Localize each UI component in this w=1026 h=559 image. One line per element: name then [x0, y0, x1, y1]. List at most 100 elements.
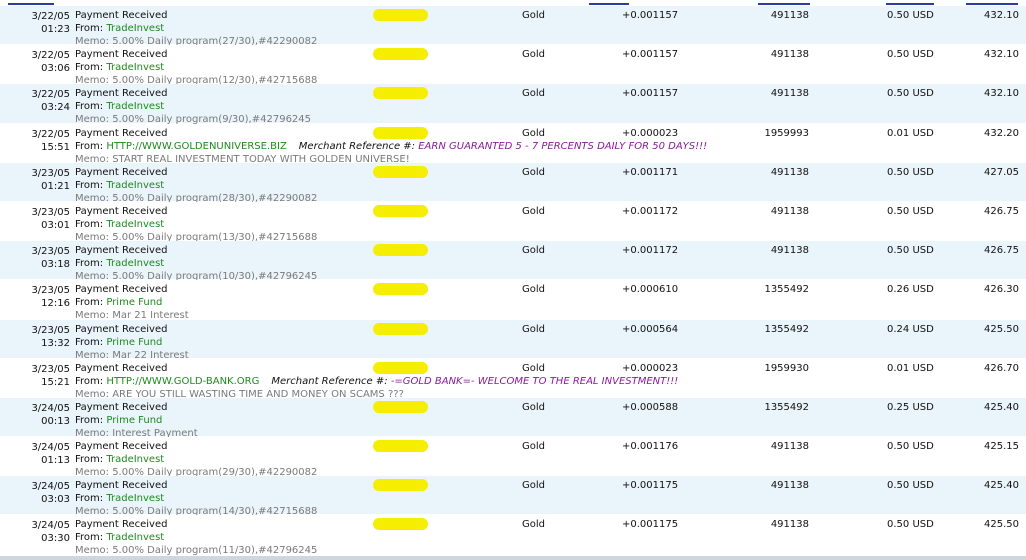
- transaction-account[interactable]: 1355492: [764, 401, 809, 414]
- from-name[interactable]: TradeInvest: [106, 180, 164, 191]
- transaction-balance: 432.10: [984, 88, 1019, 100]
- transaction-amount: +0.000610: [622, 284, 679, 296]
- from-name[interactable]: Prime Fund: [106, 337, 162, 348]
- transaction-description: Payment Received From: Prime Fund Memo: …: [75, 283, 189, 322]
- transaction-balance: 425.15: [984, 441, 1019, 453]
- transaction-date: 3/23/05 03:01: [0, 206, 70, 232]
- transaction-row[interactable]: 3/23/05 01:21 Payment Received From: Tra…: [0, 162, 1026, 204]
- transaction-account[interactable]: 1959930: [764, 362, 809, 375]
- transaction-row[interactable]: 3/23/05 12:16 Payment Received From: Pri…: [0, 280, 1026, 322]
- transaction-currency: Gold: [522, 519, 545, 531]
- from-label: From:: [75, 414, 104, 426]
- transaction-from: From: TradeInvest: [75, 61, 317, 74]
- from-name[interactable]: HTTP://WWW.GOLD-BANK.ORG: [106, 376, 259, 387]
- transaction-type: Payment Received: [75, 480, 168, 492]
- transaction-balance: 425.50: [984, 323, 1019, 335]
- transaction-from: From: Prime Fund: [75, 414, 198, 427]
- transaction-balance: 425.40: [984, 480, 1019, 492]
- transaction-row[interactable]: 3/23/05 03:01 Payment Received From: Tra…: [0, 201, 1026, 243]
- transaction-date: 3/22/05 03:24: [0, 88, 70, 114]
- transaction-fee: 0.50 USD: [887, 49, 934, 61]
- transaction-account[interactable]: 491138: [771, 205, 809, 218]
- transaction-description: Payment Received From: TradeInvest Memo:…: [75, 440, 317, 479]
- transaction-account[interactable]: 491138: [771, 9, 809, 22]
- transaction-row[interactable]: 3/24/05 03:30 Payment Received From: Tra…: [0, 515, 1026, 556]
- from-name[interactable]: Prime Fund: [106, 297, 162, 308]
- transaction-from: From: TradeInvest: [75, 453, 317, 466]
- transaction-from: From: HTTP://WWW.GOLD-BANK.ORG Merchant R…: [75, 375, 678, 388]
- transaction-row[interactable]: 3/23/05 03:18 Payment Received From: Tra…: [0, 241, 1026, 282]
- merchant-reference-text: EARN GUARANTED 5 - 7 PERCENTS DAILY FOR …: [418, 140, 708, 152]
- time-text: 15:51: [41, 141, 70, 153]
- from-name[interactable]: TradeInvest: [106, 101, 164, 112]
- transaction-row[interactable]: 3/22/05 01:23 Payment Received From: Tra…: [0, 6, 1026, 47]
- redaction-mark: [373, 479, 428, 492]
- date-text: 3/23/05: [31, 324, 70, 336]
- transaction-currency: Gold: [522, 49, 545, 61]
- transaction-account[interactable]: 491138: [771, 518, 809, 531]
- date-text: 3/22/05: [31, 128, 70, 140]
- time-text: 03:18: [41, 259, 70, 271]
- transaction-row[interactable]: 3/22/05 03:06 Payment Received From: Tra…: [0, 45, 1026, 86]
- transaction-row[interactable]: 3/23/05 15:21 Payment Received From: HTT…: [0, 358, 1026, 400]
- from-name[interactable]: Prime Fund: [106, 415, 162, 426]
- transaction-account[interactable]: 491138: [771, 166, 809, 179]
- merchant-reference: Merchant Reference #: -=GOLD BANK=- WELC…: [271, 376, 678, 387]
- transaction-row[interactable]: 3/23/05 13:32 Payment Received From: Pri…: [0, 319, 1026, 361]
- time-text: 03:30: [41, 533, 70, 545]
- transaction-row[interactable]: 3/24/05 03:03 Payment Received From: Tra…: [0, 476, 1026, 518]
- merchant-reference-label: Merchant Reference #:: [271, 375, 388, 387]
- transaction-from: From: Prime Fund: [75, 336, 189, 349]
- time-text: 01:13: [41, 455, 70, 467]
- from-name[interactable]: TradeInvest: [106, 454, 164, 465]
- date-text: 3/22/05: [31, 89, 70, 101]
- transaction-row[interactable]: 3/24/05 00:13 Payment Received From: Pri…: [0, 397, 1026, 440]
- from-name[interactable]: TradeInvest: [106, 532, 164, 543]
- transaction-account[interactable]: 491138: [771, 87, 809, 100]
- from-name[interactable]: TradeInvest: [106, 219, 164, 230]
- transaction-row[interactable]: 3/22/05 15:51 Payment Received From: HTT…: [0, 123, 1026, 165]
- from-name[interactable]: HTTP://WWW.GOLDENUNIVERSE.BIZ: [106, 141, 286, 152]
- transaction-date: 3/24/05 00:13: [0, 402, 70, 428]
- header-rule-currency: [589, 3, 629, 5]
- transaction-row[interactable]: 3/24/05 01:13 Payment Received From: Tra…: [0, 437, 1026, 479]
- transaction-account[interactable]: 1355492: [764, 323, 809, 336]
- date-text: 3/24/05: [31, 520, 70, 532]
- transaction-account[interactable]: 491138: [771, 440, 809, 453]
- transaction-description: Payment Received From: Prime Fund Memo: …: [75, 401, 198, 440]
- transaction-amount: +0.000023: [622, 362, 679, 374]
- transaction-fee: 0.50 USD: [887, 480, 934, 492]
- transaction-account[interactable]: 491138: [771, 48, 809, 61]
- transaction-balance: 426.30: [984, 284, 1019, 296]
- transaction-date: 3/23/05 03:18: [0, 245, 70, 271]
- transaction-account[interactable]: 491138: [771, 479, 809, 492]
- transaction-account[interactable]: 491138: [771, 244, 809, 257]
- redaction-mark: [373, 126, 428, 139]
- from-label: From:: [75, 62, 104, 74]
- transaction-amount: +0.001172: [622, 205, 679, 217]
- transaction-amount: +0.001157: [622, 49, 679, 61]
- transaction-date: 3/23/05 13:32: [0, 324, 70, 350]
- from-label: From:: [75, 258, 104, 270]
- transaction-fee: 0.25 USD: [887, 401, 934, 413]
- from-name[interactable]: TradeInvest: [106, 258, 164, 269]
- date-text: 3/24/05: [31, 481, 70, 493]
- date-text: 3/23/05: [31, 246, 70, 258]
- from-name[interactable]: TradeInvest: [106, 23, 164, 34]
- transaction-balance: 426.75: [984, 205, 1019, 217]
- transaction-from: From: TradeInvest: [75, 100, 311, 113]
- transaction-account[interactable]: 1355492: [764, 283, 809, 296]
- redaction-mark: [373, 400, 428, 413]
- time-text: 15:21: [41, 376, 70, 388]
- transaction-balance: 425.50: [984, 519, 1019, 531]
- date-text: 3/24/05: [31, 442, 70, 454]
- from-name[interactable]: TradeInvest: [106, 62, 164, 73]
- transaction-balance: 432.20: [984, 127, 1019, 139]
- transaction-fee: 0.50 USD: [887, 245, 934, 257]
- transaction-description: Payment Received From: TradeInvest Memo:…: [75, 479, 317, 518]
- transaction-date: 3/22/05 01:23: [0, 10, 70, 36]
- from-name[interactable]: TradeInvest: [106, 493, 164, 504]
- transaction-from: From: TradeInvest: [75, 531, 317, 544]
- transaction-account[interactable]: 1959993: [764, 127, 809, 140]
- transaction-row[interactable]: 3/22/05 03:24 Payment Received From: Tra…: [0, 84, 1026, 125]
